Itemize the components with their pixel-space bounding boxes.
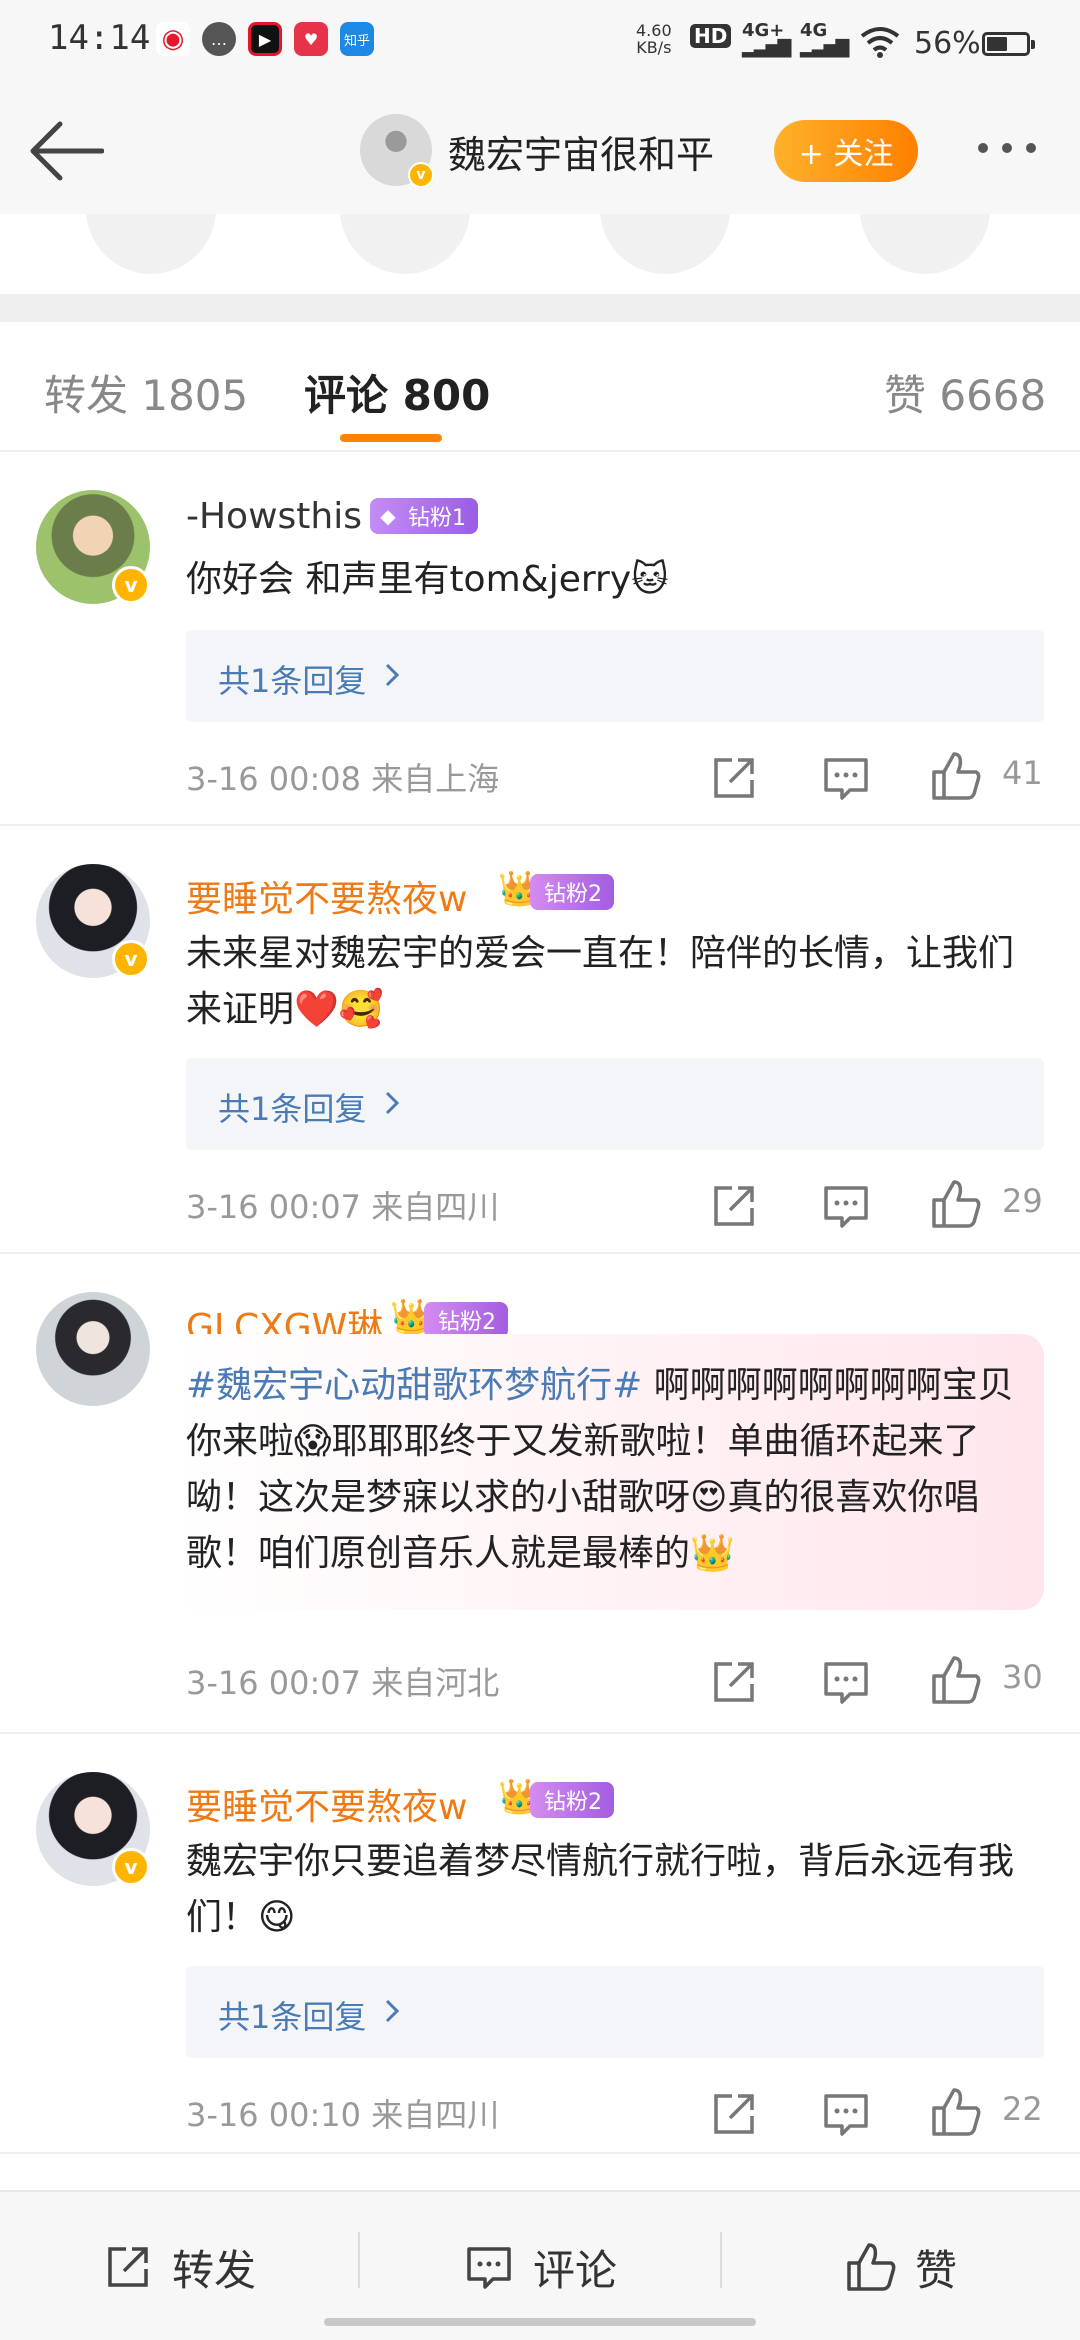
share-icon[interactable]	[708, 2088, 760, 2140]
avatar[interactable]: v	[36, 490, 150, 604]
battery-percent: 56%	[914, 26, 981, 61]
verified-badge-icon: v	[408, 162, 434, 188]
share-icon[interactable]	[708, 1656, 760, 1708]
comment-username[interactable]: 要睡觉不要熬夜w	[186, 1778, 467, 1830]
view-replies-button[interactable]: 共1条回复	[186, 1058, 1044, 1150]
comment-username[interactable]: 要睡觉不要熬夜w	[186, 870, 467, 922]
home-indicator[interactable]	[324, 2318, 756, 2326]
tab-comments[interactable]: 评论 800	[304, 362, 490, 423]
comment-icon	[467, 2247, 511, 2289]
comment-tabs: 转发 1805 评论 800 赞 6668	[0, 322, 1080, 452]
fan-level-badge[interactable]: 钻粉2	[530, 874, 614, 910]
comment-item: v -Howsthis ◆ 钻粉1 你好会 和声里有tom&jerry🐱 共1条…	[0, 452, 1080, 826]
avatar[interactable]: v	[36, 864, 150, 978]
tab-repost[interactable]: 转发 1805	[44, 362, 248, 423]
share-icon[interactable]	[708, 1180, 760, 1232]
status-time: 14:14	[48, 18, 151, 58]
fan-level-badge[interactable]: 钻粉2	[424, 1302, 508, 1338]
comment-item: v 要睡觉不要熬夜w 👑 钻粉2 未来星对魏宏宇的爱会一直在！陪伴的长情，让我们…	[0, 826, 1080, 1254]
signal-bars-icon: ▂▃▅▇	[800, 37, 849, 58]
thumbs-up-icon[interactable]	[930, 1654, 982, 1706]
tab-active-indicator	[340, 434, 442, 442]
comment-meta: 3-16 00:08 来自上海	[186, 760, 500, 798]
verified-badge-icon: v	[112, 940, 150, 978]
comment-item: GLCXGW琳 👑 钻粉2 #魏宏宇心动甜歌环梦航行# 啊啊啊啊啊啊啊啊宝贝你来…	[0, 1254, 1080, 1734]
fan-level-badge[interactable]: ◆ 钻粉1	[370, 498, 478, 534]
comment-icon[interactable]	[820, 752, 872, 804]
verified-badge-icon: v	[112, 566, 150, 604]
back-arrow-icon[interactable]	[28, 116, 104, 186]
verified-badge-icon: v	[112, 1848, 150, 1886]
like-count: 41	[1002, 754, 1043, 792]
share-icon	[108, 2247, 148, 2287]
comment-text: 魏宏宇你只要追着梦尽情航行就行啦，背后永远有我们！😋	[186, 1841, 1015, 1938]
topic-hashtag-link[interactable]: #魏宏宇心动甜歌环梦航行#	[186, 1365, 642, 1406]
more-options-icon[interactable]	[978, 138, 1050, 162]
comment-icon[interactable]	[820, 2088, 872, 2140]
signal-4gplus: 4G+ ▂▃▅▇	[742, 20, 791, 58]
message-icon: …	[202, 22, 236, 56]
network-speed: 4.60 KB/s	[636, 21, 672, 57]
weibo-icon: ◉	[156, 22, 190, 56]
wifi-icon	[860, 27, 900, 58]
thumbs-up-icon	[847, 2243, 896, 2291]
comment-text: #魏宏宇心动甜歌环梦航行# 啊啊啊啊啊啊啊啊宝贝你来啦😱耶耶耶终于又发新歌啦！单…	[186, 1365, 1014, 1574]
blogger-name[interactable]: 魏宏宇宙很和平	[448, 124, 714, 179]
section-divider	[0, 294, 1080, 322]
tab-likes[interactable]: 赞 6668	[884, 362, 1046, 423]
comment-meta: 3-16 00:07 来自河北	[186, 1664, 500, 1702]
comment-meta: 3-16 00:10 来自四川	[186, 2096, 500, 2134]
signal-bars-icon: ▂▃▅▇	[742, 37, 791, 58]
thumbs-up-icon[interactable]	[930, 2086, 982, 2138]
blogger-avatar[interactable]: v	[360, 114, 434, 188]
diamond-icon: ◆	[380, 504, 396, 528]
comment-item: v 要睡觉不要熬夜w 👑 钻粉2 魏宏宇你只要追着梦尽情航行就行啦，背后永远有我…	[0, 1734, 1080, 2154]
thumbs-up-icon[interactable]	[930, 1178, 982, 1230]
status-bar: 14:14 ◉ … ▶ ♥ 知乎 4.60 KB/s HD 4G+ ▂▃▅▇ 4…	[0, 0, 1080, 84]
chevron-right-icon	[385, 1999, 400, 2023]
comment-text: 你好会 和声里有tom&jerry🐱	[186, 559, 669, 600]
like-button[interactable]: 赞	[722, 2192, 1080, 2340]
hd-icon: HD	[690, 24, 732, 48]
follow-button[interactable]: + 关注	[774, 120, 918, 182]
comment-meta: 3-16 00:07 来自四川	[186, 1188, 500, 1226]
thumbs-up-icon[interactable]	[930, 750, 982, 802]
zhihu-icon: 知乎	[340, 22, 374, 56]
fan-level-badge[interactable]: 钻粉2	[530, 1782, 614, 1818]
top-nav-bar: v 魏宏宇宙很和平 + 关注	[0, 84, 1080, 214]
shop-app-icon: ♥	[294, 22, 328, 56]
avatar[interactable]	[36, 1292, 150, 1406]
like-count: 29	[1002, 1182, 1043, 1220]
cropped-media-strip	[0, 214, 1080, 294]
avatar[interactable]: v	[36, 1772, 150, 1886]
like-count: 22	[1002, 2090, 1043, 2128]
view-replies-button[interactable]: 共1条回复	[186, 630, 1044, 722]
like-count: 30	[1002, 1658, 1043, 1696]
repost-button[interactable]: 转发	[0, 2192, 358, 2340]
chevron-right-icon	[385, 663, 400, 687]
comment-icon[interactable]	[820, 1656, 872, 1708]
view-replies-button[interactable]: 共1条回复	[186, 1966, 1044, 2058]
video-app-icon: ▶	[248, 22, 282, 56]
share-icon[interactable]	[708, 752, 760, 804]
battery-icon	[982, 32, 1035, 56]
comment-icon[interactable]	[820, 1180, 872, 1232]
comment-username[interactable]: -Howsthis	[186, 496, 362, 537]
chevron-right-icon	[385, 1091, 400, 1115]
comment-text: 未来星对魏宏宇的爱会一直在！陪伴的长情，让我们来证明❤️🥰	[186, 933, 1015, 1030]
signal-4g: 4G ▂▃▅▇	[800, 20, 849, 58]
